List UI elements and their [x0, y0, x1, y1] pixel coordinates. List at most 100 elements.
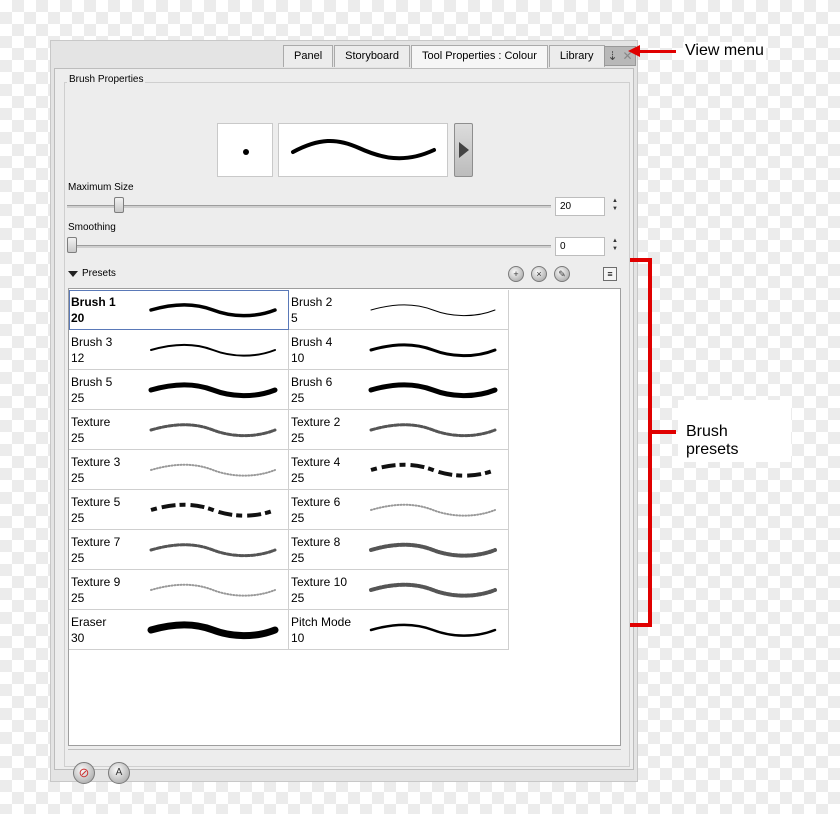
presets-list: Brush 1 20 Brush 2 5 Brush 3 12 Brush 4 10 Brush… [68, 288, 621, 746]
preset-stroke [369, 343, 497, 358]
tab-bar: Panel Storyboard Tool Properties : Colou… [283, 45, 606, 68]
bracket-tick [652, 430, 676, 434]
preset-name: Brush 3 [71, 335, 113, 349]
preset-size: 25 [291, 391, 305, 405]
preset-name: Brush 4 [291, 335, 333, 349]
preset-stroke [149, 543, 277, 558]
smoothing-slider-thumb[interactable] [67, 237, 77, 253]
preset-stroke-preview [149, 303, 277, 318]
preset-size: 20 [71, 311, 85, 325]
smoothing-stepper[interactable]: ▲ ▼ [611, 237, 619, 253]
preset-item[interactable]: Texture 3 25 [69, 450, 289, 490]
preset-stroke-preview [370, 304, 496, 317]
preset-size: 10 [291, 351, 305, 365]
preset-item[interactable]: Texture 8 25 [289, 530, 509, 570]
preset-item[interactable]: Brush 5 25 [69, 370, 289, 410]
preset-stroke-preview [147, 621, 279, 640]
preset-item[interactable]: Eraser 30 [69, 610, 289, 650]
view-menu-arrow [640, 50, 676, 53]
preset-stroke-preview [150, 343, 276, 357]
preset-stroke-preview [369, 343, 497, 358]
smoothing-label: Smoothing [68, 222, 116, 233]
preset-stroke-preview [368, 382, 498, 399]
preset-stroke-preview [370, 462, 496, 478]
preset-name: Texture 6 [291, 495, 341, 509]
preset-size: 25 [291, 431, 305, 445]
preset-stroke-preview [149, 423, 277, 438]
preset-stroke [369, 423, 497, 438]
preset-stroke-preview [149, 543, 277, 558]
brush-presets-annotation: Brush presets [678, 400, 791, 462]
preset-item[interactable]: Texture 2 25 [289, 410, 509, 450]
preset-item[interactable]: Brush 1 20 [69, 290, 289, 330]
preset-size: 25 [71, 471, 85, 485]
maximum-size-slider-thumb[interactable] [114, 197, 125, 213]
preset-item[interactable]: Brush 4 10 [289, 330, 509, 370]
new-preset-icon[interactable]: + [508, 266, 524, 282]
preset-item[interactable]: Pitch Mode 10 [289, 610, 509, 650]
preset-item[interactable]: Brush 2 5 [289, 290, 509, 330]
preset-size: 25 [71, 591, 85, 605]
preset-name: Eraser [71, 615, 107, 629]
preset-size: 30 [71, 631, 85, 645]
preset-stroke [147, 621, 279, 640]
preset-name: Texture 2 [291, 415, 341, 429]
preset-item[interactable]: Texture 25 [69, 410, 289, 450]
preset-size: 25 [71, 551, 85, 565]
preset-size: 25 [71, 511, 85, 525]
pressure-icon[interactable]: A [108, 762, 130, 784]
tab-panel[interactable]: Panel [283, 45, 334, 67]
preset-size: 25 [291, 511, 305, 525]
preset-item[interactable]: Texture 10 25 [289, 570, 509, 610]
presets-toggle[interactable]: Presets [68, 268, 116, 279]
maximum-size-slider[interactable] [67, 205, 551, 208]
preset-name: Texture 9 [71, 575, 121, 589]
preset-stroke-preview [369, 582, 497, 598]
preset-name: Texture 4 [291, 455, 341, 469]
smoothing-slider[interactable] [67, 245, 551, 248]
delete-preset-icon[interactable]: × [531, 266, 547, 282]
tool-properties-window: Panel Storyboard Tool Properties : Colou… [50, 40, 638, 784]
preset-item[interactable]: Texture 6 25 [289, 490, 509, 530]
preset-item[interactable]: Brush 6 25 [289, 370, 509, 410]
bracket-bottom [630, 623, 652, 627]
preset-stroke-preview [370, 503, 496, 517]
preset-stroke-preview [369, 423, 497, 438]
eraser-mode-icon[interactable]: ⊘ [73, 762, 95, 784]
preset-item[interactable]: Texture 5 25 [69, 490, 289, 530]
view-menu-arrowhead [628, 45, 640, 57]
presets-grid: Brush 1 20 Brush 2 5 Brush 3 12 Brush 4 10 Brush… [69, 290, 509, 650]
preset-stroke [368, 382, 498, 399]
preset-item[interactable]: Brush 3 12 [69, 330, 289, 370]
tab-library[interactable]: Library [548, 45, 605, 67]
preset-name: Pitch Mode [291, 615, 352, 629]
maximum-size-stepper[interactable]: ▲ ▼ [611, 197, 619, 213]
tab-tool-properties[interactable]: Tool Properties : Colour [410, 45, 548, 68]
preset-name: Brush 5 [71, 375, 113, 389]
preset-item[interactable]: Texture 7 25 [69, 530, 289, 570]
smoothing-field[interactable]: 0 [555, 237, 605, 256]
preset-stroke [148, 382, 278, 399]
maximum-size-field[interactable]: 20 [555, 197, 605, 216]
preset-stroke-preview [369, 623, 497, 637]
preset-item[interactable]: Texture 9 25 [69, 570, 289, 610]
preset-name: Texture 5 [71, 495, 121, 509]
preset-menu-icon[interactable]: ≡ [603, 267, 617, 281]
preset-name: Texture 10 [291, 575, 348, 589]
maximum-size-label: Maximum Size [68, 182, 134, 193]
preset-size: 25 [291, 591, 305, 605]
rename-preset-icon[interactable]: ✎ [554, 266, 570, 282]
view-menu-icon: ⇣ [607, 49, 618, 63]
collapse-triangle-icon [68, 270, 78, 277]
brush-presets-bracket [648, 258, 652, 627]
preset-name: Texture [71, 415, 111, 429]
divider [68, 749, 621, 750]
stroke-preview-svg [291, 138, 436, 161]
view-menu-annotation: View menu [683, 42, 766, 60]
tab-storyboard[interactable]: Storyboard [334, 45, 410, 67]
preset-item[interactable]: Texture 4 25 [289, 450, 509, 490]
preset-name: Brush 2 [291, 295, 333, 309]
brush-stroke-preview [278, 123, 448, 177]
preset-stroke [369, 542, 497, 558]
expand-preview-button[interactable] [454, 123, 473, 177]
